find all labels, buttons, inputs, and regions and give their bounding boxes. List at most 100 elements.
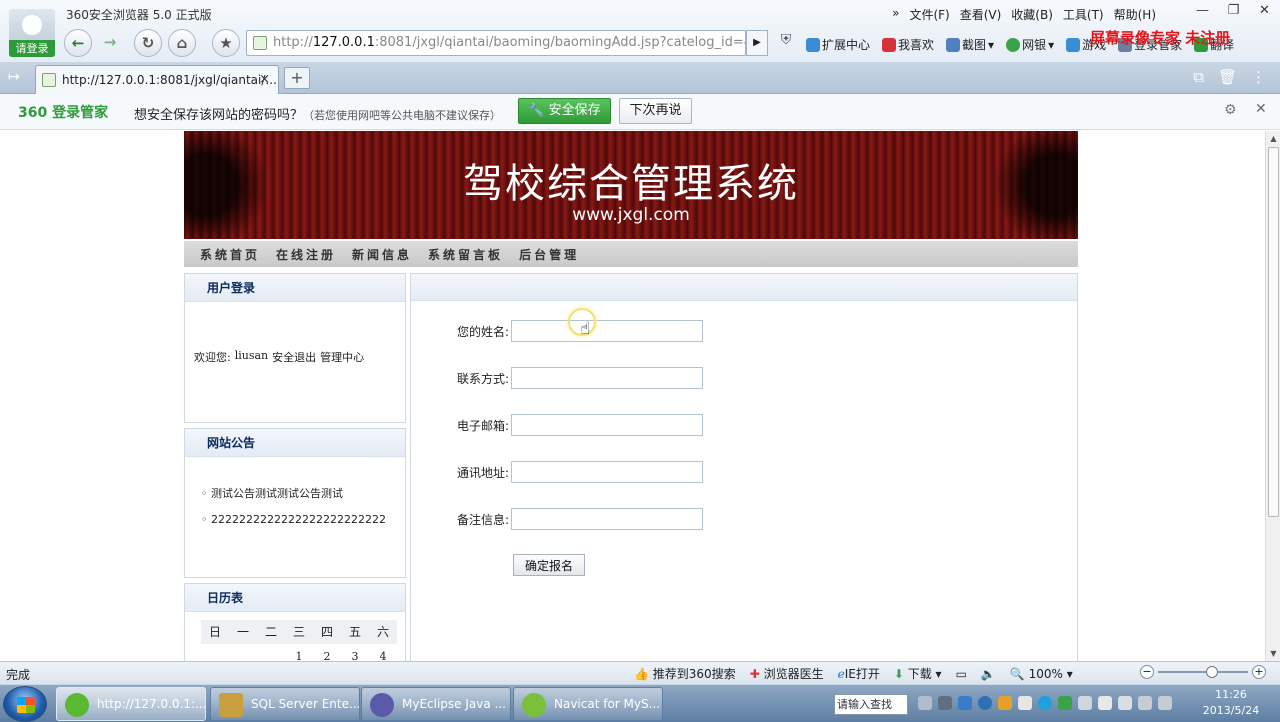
magnifier-icon: 🔍 (1009, 666, 1025, 681)
scrollbar-thumb[interactable] (1268, 147, 1279, 517)
toolbar-extension[interactable]: 扩展中心 (806, 36, 870, 53)
notice-item[interactable]: ◦ 测试公告测试测试公告测试 (201, 485, 343, 501)
name-input[interactable] (511, 320, 703, 342)
minimize-button[interactable]: — (1187, 0, 1218, 22)
trash-icon[interactable]: 🗑 (1218, 68, 1237, 86)
menu-tools[interactable]: 工具(T) (1063, 6, 1104, 23)
menu-chevron-icon[interactable]: » (892, 6, 899, 23)
gear-icon[interactable]: ⚙ (1224, 102, 1237, 118)
address-input[interactable] (511, 461, 703, 483)
windows-logo-icon (17, 697, 35, 713)
new-tab-button[interactable]: + (284, 67, 310, 89)
tray-app-icon[interactable] (1018, 696, 1032, 710)
task-browser[interactable]: http://127.0.0.1:... (56, 687, 206, 721)
tab-close-icon[interactable]: × (259, 66, 270, 94)
logout-link[interactable]: 安全退出 (272, 349, 316, 365)
login-label[interactable]: 请登录 (9, 40, 55, 57)
task-myeclipse[interactable]: MyEclipse Java ... (361, 687, 511, 721)
zoom-in-icon[interactable]: + (1252, 665, 1266, 679)
myeclipse-icon (370, 693, 394, 717)
keyboard-icon[interactable] (918, 696, 932, 710)
tab-active[interactable]: http://127.0.0.1:8081/jxgl/qiantai/... × (35, 65, 279, 94)
user-avatar[interactable]: 请登录 (9, 9, 55, 57)
notes-input[interactable] (511, 508, 703, 530)
speaker-icon[interactable]: 🔈 (981, 667, 996, 681)
bank-icon (1006, 37, 1021, 52)
save-password-button[interactable]: 🔧 安全保存 (518, 98, 611, 124)
nav-register[interactable]: 在线注册 (276, 246, 336, 263)
zoom-out-icon[interactable]: − (1140, 665, 1154, 679)
system-clock[interactable]: 11:26 2013/5/24 (1196, 687, 1266, 719)
close-window-button[interactable]: ✕ (1249, 0, 1280, 22)
start-button[interactable] (3, 686, 47, 722)
email-input[interactable] (511, 414, 703, 436)
home-button[interactable]: ⌂ (168, 29, 196, 57)
menu-view[interactable]: 查看(V) (960, 6, 1002, 23)
task-sql-server[interactable]: SQL Server Ente... (210, 687, 360, 721)
forward-button[interactable]: → (96, 29, 124, 57)
favorite-star-button[interactable]: ★ (212, 29, 240, 57)
menu-favorites[interactable]: 收藏(B) (1011, 6, 1053, 23)
sidebar-toggle-icon[interactable]: ↦ (8, 69, 20, 85)
menu-bar: » 文件(F) 查看(V) 收藏(B) 工具(T) 帮助(H) (892, 6, 1156, 23)
tray-app-icon[interactable] (1058, 696, 1072, 710)
close-bar-icon[interactable]: ✕ (1255, 101, 1267, 117)
tray-app-icon[interactable] (998, 696, 1012, 710)
calendar-day[interactable]: 3 (341, 650, 369, 661)
calendar-day[interactable]: 4 (369, 650, 397, 661)
tray-app-icon[interactable] (1078, 696, 1092, 710)
screen-icon[interactable]: ▭ (956, 667, 967, 681)
nav-admin[interactable]: 后台管理 (519, 246, 579, 263)
tray-app-icon[interactable] (958, 696, 972, 710)
address-bar[interactable]: http://127.0.0.1:8081/jxgl/qiantai/baomi… (246, 30, 746, 56)
extension-icon (806, 37, 820, 52)
ie-open-item[interactable]: ℯIE打开 (838, 665, 880, 682)
search-tray-icon[interactable] (978, 696, 992, 710)
tab-menu-icon[interactable]: ⋮ (1251, 68, 1266, 86)
maximize-button[interactable]: ❐ (1218, 0, 1249, 22)
menu-help[interactable]: 帮助(H) (1114, 6, 1156, 23)
toolbar-label: 截图 (962, 38, 987, 52)
nav-guestbook[interactable]: 系统留言板 (428, 246, 503, 263)
back-button[interactable]: ← (64, 29, 92, 57)
contact-input[interactable] (511, 367, 703, 389)
scroll-up-icon[interactable]: ▲ (1266, 131, 1280, 146)
toolbar-bank[interactable]: 网银 ▾ (1006, 36, 1054, 53)
login-manager-logo: 360 登录管家 (18, 105, 109, 121)
tray-app-icon[interactable] (1098, 696, 1112, 710)
zoom-track[interactable] (1158, 666, 1248, 678)
shield-icon[interactable]: ⛨ (776, 32, 796, 54)
nav-news[interactable]: 新闻信息 (352, 246, 412, 263)
refresh-button[interactable]: ↻ (134, 29, 162, 57)
registration-panel-header (411, 274, 1077, 301)
task-navicat[interactable]: Navicat for MyS... (513, 687, 663, 721)
tray-app-icon[interactable] (1038, 696, 1052, 710)
calendar-day[interactable]: 2 (313, 650, 341, 661)
notice-item[interactable]: ◦ 2222222222222222222222222 (201, 513, 386, 526)
manage-center-link[interactable]: 管理中心 (320, 349, 364, 365)
tray-app-icon[interactable] (938, 696, 952, 710)
restore-tabs-icon[interactable]: ⧉ (1193, 68, 1204, 86)
zoom-slider[interactable]: − + (1140, 665, 1266, 679)
later-button[interactable]: 下次再说 (619, 98, 692, 124)
menu-file[interactable]: 文件(F) (909, 6, 949, 23)
download-item[interactable]: ⬇ 下载 ▾ (894, 665, 942, 682)
network-icon[interactable] (1138, 696, 1152, 710)
scroll-down-icon[interactable]: ▼ (1266, 646, 1280, 661)
zoom-knob[interactable] (1206, 666, 1218, 678)
tray-app-icon[interactable] (1118, 696, 1132, 710)
zoom-level[interactable]: 🔍 100% ▾ (1010, 667, 1073, 681)
taskbar-search-input[interactable]: 请输入查找 (834, 694, 908, 715)
nav-home[interactable]: 系统首页 (200, 246, 260, 263)
browser-doctor-item[interactable]: ✚ 浏览器医生 (750, 665, 824, 682)
toolbar-screenshot[interactable]: 截图 ▾ (946, 36, 994, 53)
volume-icon[interactable] (1158, 696, 1172, 710)
download-icon: ⬇ (893, 667, 904, 681)
toolbar-favorite[interactable]: 我喜欢 (882, 36, 934, 53)
submit-registration-button[interactable]: 确定报名 (513, 554, 585, 576)
go-button[interactable]: ▶ (746, 30, 768, 56)
recommend-search-item[interactable]: 👍 推荐到360搜索 (634, 665, 736, 682)
calendar-day[interactable]: 1 (285, 650, 313, 661)
page-scrollbar[interactable]: ▲ ▼ (1265, 131, 1280, 661)
tab-bar-tools: ⧉ 🗑 ⋮ (1193, 68, 1266, 86)
